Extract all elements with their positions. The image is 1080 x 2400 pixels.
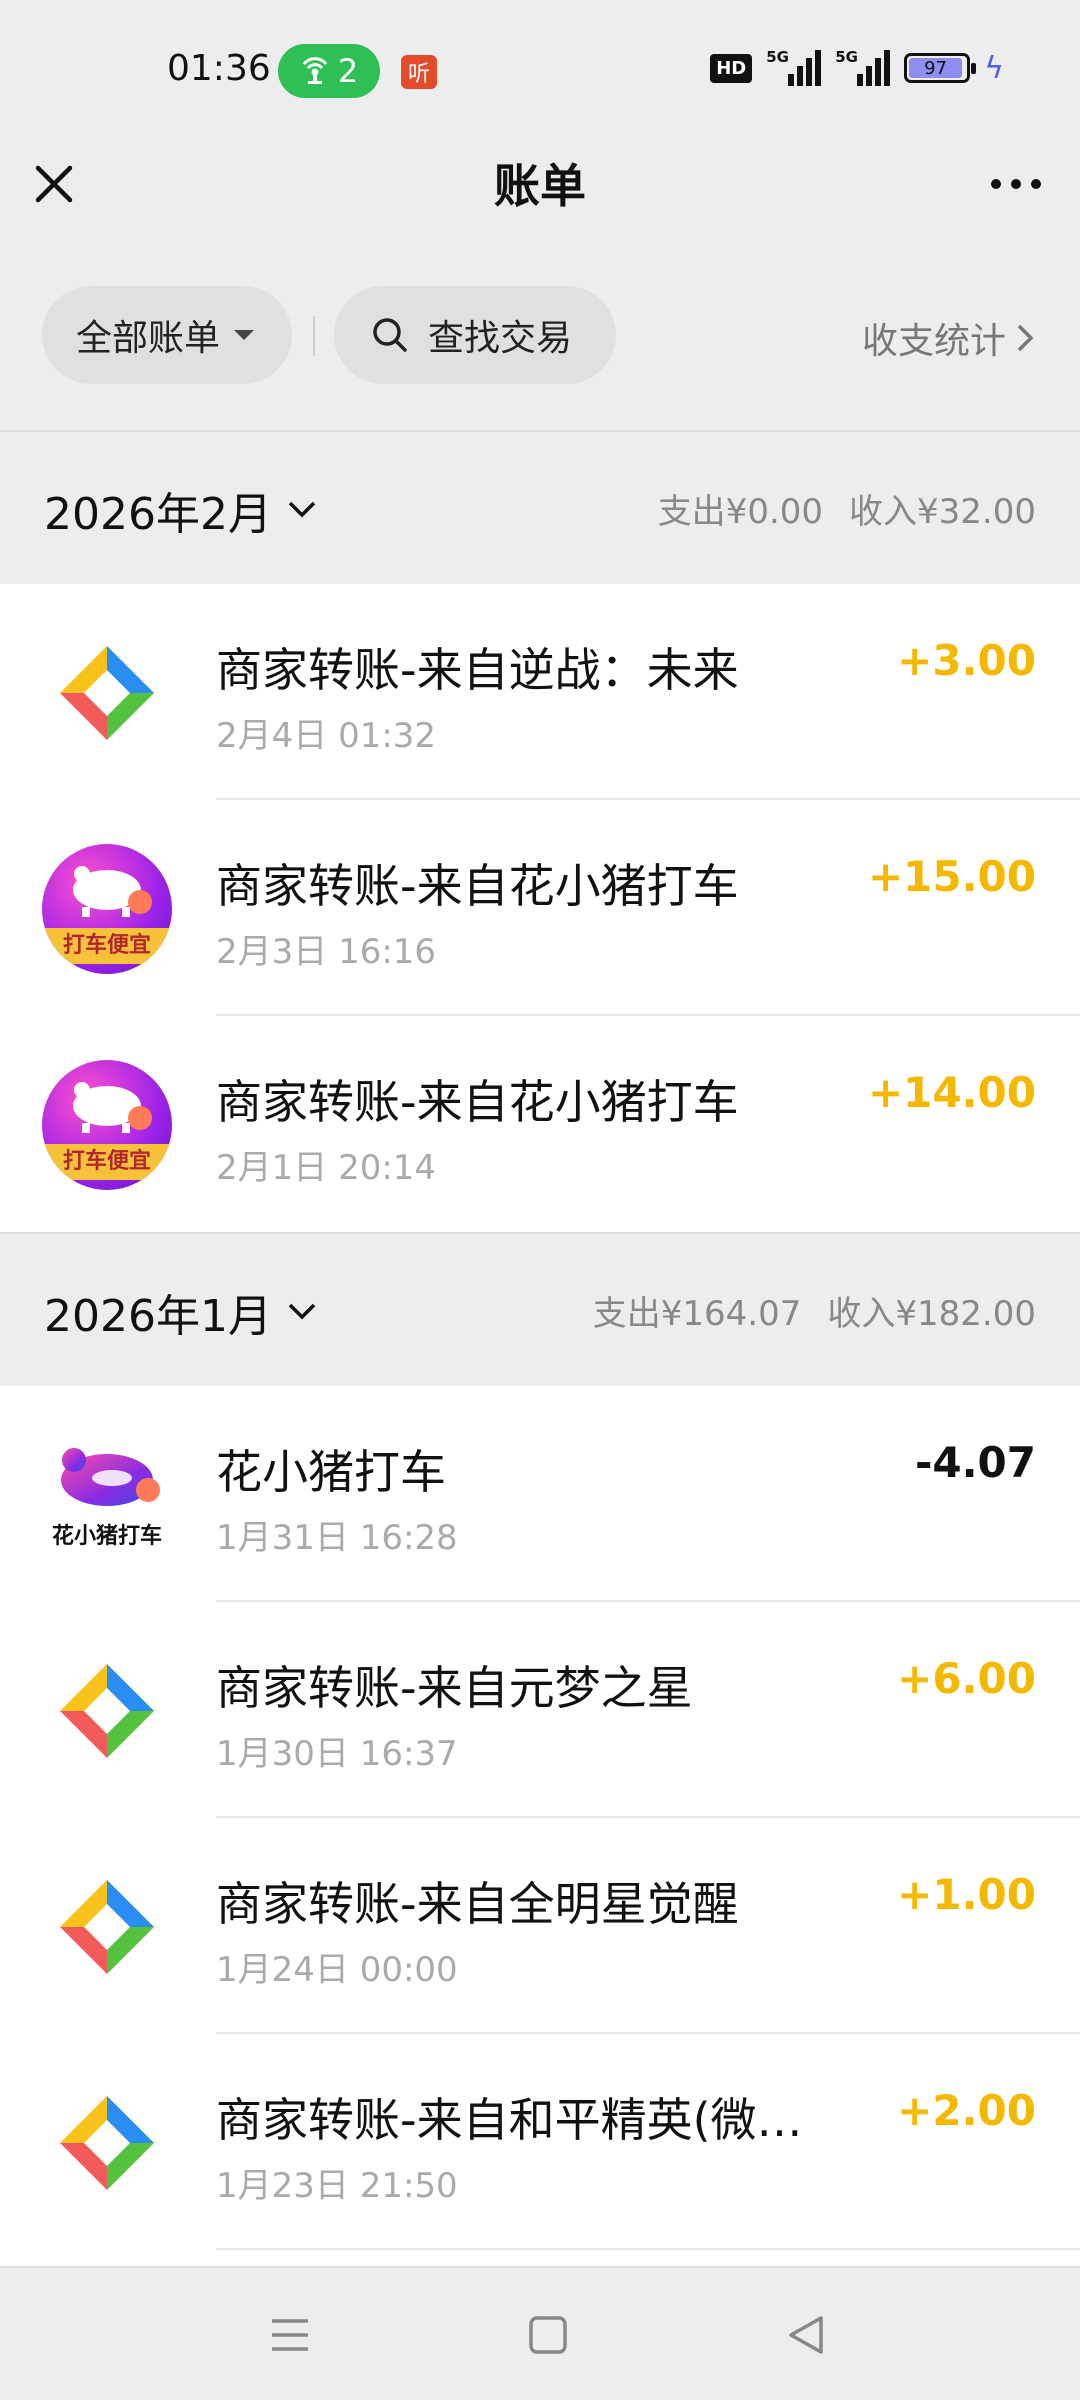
signal-sim2-icon: 5G [835,48,891,86]
transaction-row[interactable]: 商家转账-来自元梦之星 1月30日 16:37 +6.00 [0,1602,1080,1818]
month-income: 收入¥32.00 [849,492,1036,532]
month-label: 2026年2月 [44,489,272,540]
charging-icon: ϟ [984,50,1004,86]
transaction-name: 商家转账-来自全明星觉醒 [216,1877,739,1931]
transaction-name: 商家转账-来自花小猪打车 [216,1075,739,1129]
transaction-time: 1月23日 21:50 [216,2166,458,2206]
badge-text: 打车便宜 [42,928,172,964]
month-selector[interactable]: 2026年2月 [44,478,318,542]
transaction-row[interactable]: 商家转账-来自逆战：未来 2月4日 01:32 +3.00 [0,584,1080,800]
transaction-row[interactable]: 商家转账-来自和平精英(微信... 1月23日 21:50 +2.00 [0,2034,1080,2250]
transaction-row[interactable]: 打车便宜 商家转账-来自花小猪打车 2月1日 20:14 +14.00 [0,1016,1080,1232]
signal-sim1-icon: 5G [766,48,822,86]
transaction-time: 2月1日 20:14 [216,1148,437,1188]
transaction-name: 花小猪打车 [216,1445,446,1499]
month-summary: 支出¥164.07 收入¥182.00 [593,1286,1036,1335]
more-icon [991,179,1001,189]
transaction-time: 1月31日 16:28 [216,1518,458,1558]
transaction-amount: +15.00 [867,852,1036,901]
chevron-right-icon [1017,324,1034,352]
huaxiaozhu-badge-icon: 打车便宜 [42,1060,172,1190]
filter-row: 全部账单 查找交易 收支统计 [0,286,1080,386]
transaction-row[interactable]: 花小猪打车 花小猪打车 1月31日 16:28 -4.07 [0,1386,1080,1602]
status-time: 01:36 [167,48,271,89]
transaction-row[interactable]: 商家转账-来自全明星觉醒 1月24日 00:00 +1.00 [0,1818,1080,2034]
hotspot-icon [302,57,327,84]
month-income: 收入¥182.00 [827,1294,1036,1334]
battery-level: 97 [909,58,962,79]
menu-icon [272,2319,308,2351]
transaction-time: 2月4日 01:32 [216,716,437,756]
transaction-time: 2月3日 16:16 [216,932,437,972]
search-icon [373,318,407,352]
square-icon [529,2316,567,2354]
month-expense: 支出¥164.07 [592,1294,802,1334]
merchant-icon [42,628,172,758]
badge-text: 打车便宜 [42,1144,172,1180]
month-summary: 支出¥0.00 收入¥32.00 [658,484,1036,533]
status-bar: 01:36 2 听 HD 5G 5G 97 ϟ [0,0,1080,140]
title-bar: 账单 [0,140,1080,280]
row-divider [216,2248,1080,2250]
recents-button[interactable] [260,2310,320,2360]
merchant-icon [42,1862,172,1992]
chevron-down-icon [288,501,316,518]
transaction-time: 1月30日 16:37 [216,1734,458,1774]
transaction-name: 商家转账-来自和平精英(微信... [216,2093,836,2147]
transaction-list: 商家转账-来自逆战：未来 2月4日 01:32 +3.00 打车便宜 商家转账-… [0,584,1080,1232]
month-selector[interactable]: 2026年1月 [44,1280,318,1344]
transaction-amount: +1.00 [897,1870,1036,1919]
merchant-icon [42,2078,172,2208]
transaction-name: 商家转账-来自花小猪打车 [216,859,739,913]
all-bills-label: 全部账单 [76,318,221,359]
home-button[interactable] [518,2310,578,2360]
hotspot-indicator: 2 [278,44,380,98]
back-button[interactable] [776,2310,836,2360]
status-right-icons: HD 5G 5G 97 ϟ [710,48,1004,86]
system-nav-bar [0,2266,1080,2400]
back-triangle-icon [789,2316,823,2354]
month-header: 2026年1月 支出¥164.07 收入¥182.00 [0,1232,1080,1386]
search-transactions-button[interactable]: 查找交易 [334,286,616,384]
transaction-name: 商家转账-来自逆战：未来 [216,643,739,697]
month-expense: 支出¥0.00 [657,492,824,532]
transaction-amount: +6.00 [897,1654,1036,1703]
transaction-amount: -4.07 [914,1438,1036,1487]
all-bills-dropdown[interactable]: 全部账单 [42,286,292,384]
transaction-name: 商家转账-来自元梦之星 [216,1661,693,1715]
listen-icon: 听 [401,55,437,89]
huaxiaozhu-badge-icon: 打车便宜 [42,844,172,974]
huaxiaozhu-logo-icon: 花小猪打车 [42,1430,172,1560]
transaction-row[interactable]: 打车便宜 商家转账-来自花小猪打车 2月3日 16:16 +15.00 [0,800,1080,1016]
caret-down-icon [234,330,255,340]
month-label: 2026年1月 [44,1291,272,1342]
search-label: 查找交易 [428,318,573,359]
month-header: 2026年2月 支出¥0.00 收入¥32.00 [0,430,1080,584]
battery-icon: 97 [904,53,977,83]
income-expense-stats-link[interactable]: 收支统计 [862,312,1036,364]
hotspot-count: 2 [337,52,359,90]
transaction-amount: +14.00 [867,1068,1036,1117]
transaction-list: 花小猪打车 花小猪打车 1月31日 16:28 -4.07 商家转账-来自元梦之… [0,1386,1080,2266]
logo-text: 花小猪打车 [51,1524,162,1549]
transaction-amount: +3.00 [897,636,1036,685]
more-button[interactable] [976,154,1056,214]
merchant-icon [42,1646,172,1776]
divider [313,316,315,356]
hd-icon: HD [710,53,753,83]
chevron-down-icon [288,1303,316,1320]
transaction-time: 1月24日 00:00 [216,1950,458,1990]
stats-label: 收支统计 [861,321,1006,362]
page-title: 账单 [494,159,586,213]
transaction-amount: +2.00 [897,2086,1036,2135]
